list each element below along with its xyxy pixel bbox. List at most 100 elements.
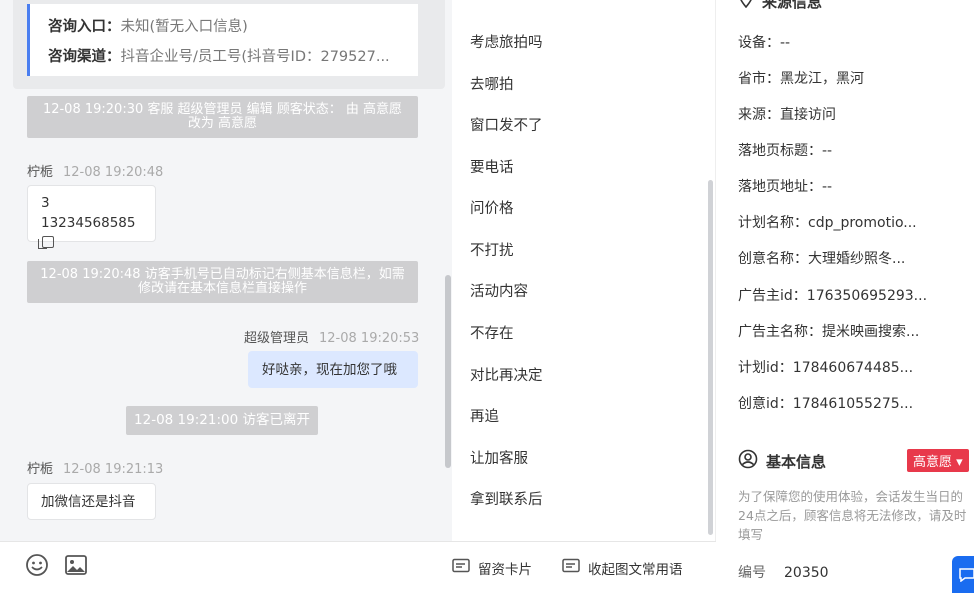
basic-id-row: 编号 20350 [738, 562, 829, 582]
message-time: 12-08 19:20:53 [319, 331, 420, 346]
source-value: -- [822, 143, 833, 159]
source-value: 提米映画搜索... [822, 324, 920, 340]
chat-toolbar [0, 541, 452, 593]
consult-entry-row: 咨询入口：未知(暂无入口信息) [48, 12, 418, 42]
sender-name: 超级管理员 [244, 331, 310, 346]
consult-channel-row: 咨询渠道：抖音企业号/员工号(抖音号ID：279527... [48, 42, 418, 72]
source-label: 省市： [738, 71, 780, 87]
consult-entry-label: 咨询入口： [48, 19, 121, 35]
source-value: 黑龙江，黑河 [780, 71, 864, 87]
location-icon [738, 0, 754, 12]
quick-reply-panel: 考虑旅拍吗 去哪拍 窗口发不了 要电话 问价格 不打扰 活动内容 不存在 对比再… [452, 0, 716, 593]
source-row-creative-id: 创意id：178461055275... [738, 393, 913, 413]
source-row-creative-name: 创意名称：大理婚纱照冬... [738, 248, 905, 268]
phone-number: 13234568585 [41, 215, 136, 231]
quick-reply-item[interactable]: 考虑旅拍吗 [470, 31, 543, 52]
source-section-title: 来源信息 [738, 0, 822, 12]
consult-info-card: 咨询入口：未知(暂无入口信息) 咨询渠道：抖音企业号/员工号(抖音号ID：279… [13, 0, 445, 89]
consult-channel-label: 咨询渠道： [48, 49, 121, 65]
basic-section-title: 基本信息 [738, 449, 826, 473]
source-label: 来源： [738, 107, 780, 123]
sender-name: 柠栀 [27, 462, 54, 477]
lead-card-label: 留资卡片 [478, 562, 532, 578]
consult-entry-value: 未知(暂无入口信息) [120, 19, 248, 35]
source-row-landing-title: 落地页标题：-- [738, 140, 832, 160]
sender-name: 柠栀 [27, 165, 54, 180]
quick-reply-item[interactable]: 活动内容 [470, 280, 528, 301]
consult-channel-value: 抖音企业号/员工号(抖音号ID：279527... [120, 49, 390, 65]
source-label: 落地页标题： [738, 143, 822, 159]
fold-icon [562, 558, 580, 578]
card-icon [452, 558, 470, 578]
source-label: 广告主id： [738, 288, 807, 304]
quick-reply-footer: 留资卡片 收起图文常用语 [452, 541, 716, 593]
id-value: 20350 [784, 565, 829, 581]
quick-reply-item[interactable]: 再追 [470, 405, 499, 426]
source-value: -- [822, 179, 833, 195]
intent-tag-dropdown[interactable]: 高意愿 ▾ [907, 449, 969, 472]
edit-tip: 为了保障您的使用体验，会话发生当日的24点之后，顾客信息将无法修改，请及时填写 [738, 489, 967, 542]
id-label: 编号 [738, 565, 766, 581]
source-label: 广告主名称： [738, 324, 822, 340]
quick-reply-item[interactable]: 窗口发不了 [470, 114, 543, 135]
source-label: 计划名称： [738, 215, 808, 231]
source-row-device: 设备：-- [738, 32, 790, 52]
source-row-advertiser-id: 广告主id：176350695293... [738, 285, 927, 305]
quick-reply-item[interactable]: 去哪拍 [470, 73, 514, 94]
chat-panel: 咨询入口：未知(暂无入口信息) 咨询渠道：抖音企业号/员工号(抖音号ID：279… [0, 0, 452, 593]
fold-label: 收起图文常用语 [588, 562, 683, 578]
message-text-line: 13234568585 [38, 213, 142, 253]
source-row-landing-url: 落地页地址：-- [738, 176, 832, 196]
message-bubble-agent: 好哒亲，现在加您了哦 [248, 351, 418, 388]
system-message-status: 12-08 19:20:30 客服 超级管理员 编辑 顾客状态： 由 高意愿 改… [27, 96, 418, 138]
emoji-icon[interactable] [25, 553, 49, 577]
quick-reply-item[interactable]: 对比再决定 [470, 364, 543, 385]
message-text-line: 3 [41, 195, 50, 211]
app-root: 咨询入口：未知(暂无入口信息) 咨询渠道：抖音企业号/员工号(抖音号ID：279… [0, 0, 974, 593]
message-meta: 超级管理员 12-08 19:20:53 [244, 327, 419, 346]
user-circle-icon [738, 449, 758, 473]
quick-reply-item[interactable]: 要电话 [470, 156, 514, 177]
source-label: 创意名称： [738, 251, 808, 267]
consult-info-inner: 咨询入口：未知(暂无入口信息) 咨询渠道：抖音企业号/员工号(抖音号ID：279… [27, 4, 418, 76]
source-value: 178460674485... [792, 360, 914, 376]
source-label: 设备： [738, 35, 780, 51]
source-row-plan-id: 计划id：178460674485... [738, 357, 913, 377]
quick-reply-scrollbar[interactable] [708, 180, 713, 535]
source-title-text: 来源信息 [762, 0, 823, 11]
basic-title-text: 基本信息 [766, 452, 827, 471]
source-value: 直接访问 [780, 107, 836, 123]
chat-scrollbar[interactable] [445, 275, 451, 468]
lead-card-button[interactable]: 留资卡片 [452, 558, 532, 578]
source-row-origin: 来源：直接访问 [738, 104, 836, 124]
source-value: 176350695293... [806, 288, 928, 304]
system-message-leave: 12-08 19:21:00 访客已离开 [126, 406, 318, 435]
message-meta: 柠栀 12-08 19:20:48 [27, 161, 163, 180]
fold-quick-replies-button[interactable]: 收起图文常用语 [562, 558, 683, 578]
copy-icon[interactable] [38, 236, 54, 249]
source-label: 落地页地址： [738, 179, 822, 195]
source-value: 178461055275... [792, 396, 914, 412]
message-time: 12-08 19:21:13 [63, 462, 164, 477]
caret-down-icon: ▾ [956, 455, 963, 470]
quick-reply-item[interactable]: 不存在 [470, 322, 514, 343]
source-value: cdp_promotio... [808, 215, 917, 231]
source-row-plan-name: 计划名称：cdp_promotio... [738, 212, 917, 232]
quick-reply-item[interactable]: 问价格 [470, 197, 514, 218]
message-time: 12-08 19:20:48 [63, 165, 164, 180]
quick-reply-item[interactable]: 拿到联系后 [470, 488, 543, 509]
message-bubble-visitor: 加微信还是抖音 [27, 483, 156, 520]
source-row-advertiser-name: 广告主名称：提米映画搜索... [738, 321, 919, 341]
intent-tag-label: 高意愿 [913, 455, 953, 470]
system-message-phone: 12-08 19:20:48 访客手机号已自动标记右侧基本信息栏，如需修改请在基… [27, 261, 418, 303]
message-bubble-visitor: 3 13234568585 [27, 185, 156, 249]
quick-reply-item[interactable]: 不打扰 [470, 239, 514, 260]
image-icon[interactable] [64, 553, 88, 577]
source-row-region: 省市：黑龙江，黑河 [738, 68, 864, 88]
chat-messages[interactable]: 咨询入口：未知(暂无入口信息) 咨询渠道：抖音企业号/员工号(抖音号ID：279… [0, 0, 452, 541]
quick-reply-item[interactable]: 让加客服 [470, 447, 528, 468]
source-label: 计划id： [738, 360, 793, 376]
customer-info-panel: 来源信息 设备：-- 省市：黑龙江，黑河 来源：直接访问 落地页标题：-- 落地… [716, 0, 974, 593]
chat-float-button[interactable] [952, 556, 974, 593]
chat-float-icon [959, 568, 974, 586]
